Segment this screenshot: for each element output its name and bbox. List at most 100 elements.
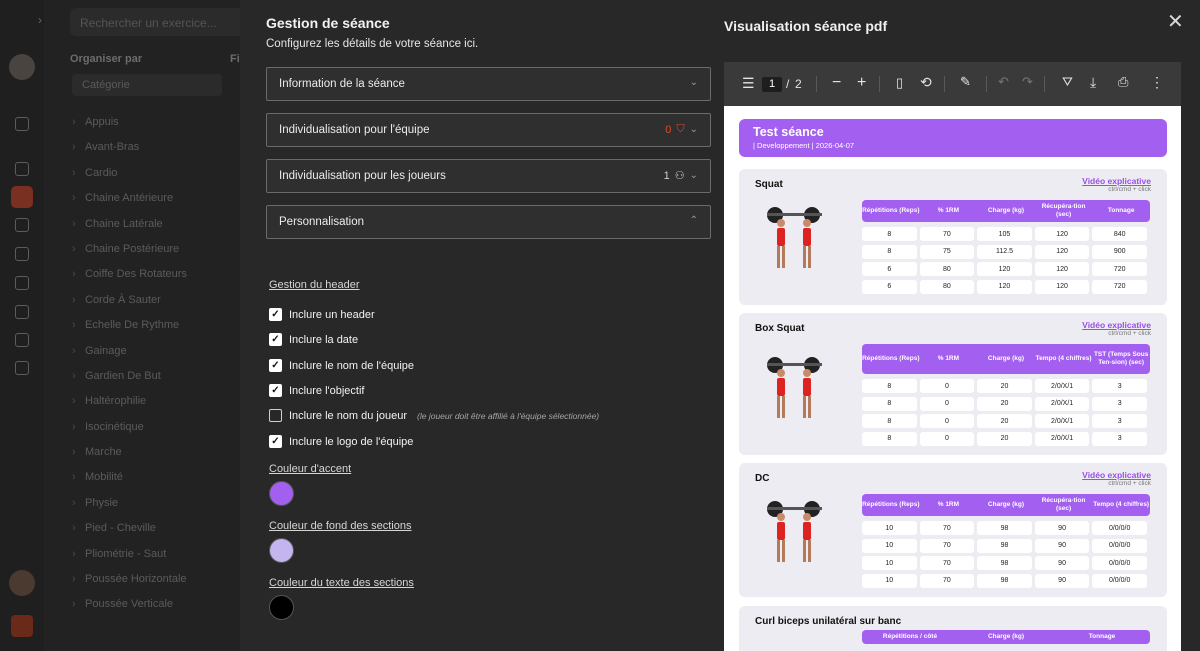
checkbox-checked[interactable]: ✓ [269, 435, 282, 448]
exercise-illustration [757, 495, 832, 570]
menu-icon[interactable]: ☰ [742, 75, 755, 92]
accordion-player-individualisation[interactable]: Individualisation pour les joueurs 1 ⚇ ⌄ [266, 159, 711, 193]
video-link-block[interactable]: Vidéo explicative ctrl/cmd + click [1082, 176, 1151, 193]
zoom-in-icon[interactable]: + [857, 74, 866, 92]
table-cell: 840 [1092, 227, 1147, 241]
accordion-team-individualisation[interactable]: Individualisation pour l'équipe 0 ⛉ ⌄ [266, 113, 711, 147]
chevron-down-icon: ⌄ [689, 77, 698, 88]
table-cell: 20 [977, 431, 1032, 446]
video-link[interactable]: Vidéo explicative [1082, 320, 1151, 330]
table-header-cell: % 1RM [937, 501, 960, 508]
rotate-icon[interactable]: ⟲ [920, 74, 932, 91]
undo-icon[interactable]: ↶ [998, 74, 1009, 90]
category-item: Gainage [72, 343, 187, 368]
table-cell: 90 [1034, 573, 1090, 588]
table-header-cell: Répétitions (Reps) [862, 355, 920, 362]
table-cell: 720 [1092, 279, 1147, 294]
checkbox-option[interactable]: ✓ Inclure le logo de l'équipe [269, 435, 413, 448]
user-avatar [9, 54, 35, 80]
calendar-icon [15, 218, 29, 232]
team-logo [9, 570, 35, 596]
page-input[interactable]: 1 [762, 77, 782, 92]
table-cell: 0 [919, 379, 975, 393]
color-swatch[interactable] [269, 538, 294, 563]
checkbox-hint: (le joueur doit être affilié à l'équipe … [417, 410, 600, 421]
chart-bar-icon [15, 276, 29, 290]
add-to-drive-icon[interactable]: ⛛ [1062, 74, 1073, 90]
download-icon[interactable]: ⤓ [1090, 74, 1096, 91]
category-item: Pied - Cheville [72, 520, 187, 545]
annotate-icon[interactable]: ✎ [960, 74, 971, 90]
checkbox-checked[interactable]: ✓ [269, 333, 282, 346]
category-item: Echelle De Rythme [72, 317, 187, 342]
table-cell: 6 [862, 262, 917, 276]
table-cell: 105 [977, 227, 1032, 241]
close-icon[interactable]: ✕ [1167, 9, 1184, 34]
fit-page-icon[interactable]: ▯ [896, 75, 903, 91]
category-item: Coiffe Des Rotateurs [72, 266, 187, 291]
checkbox-option[interactable]: Inclure le nom du joueur (le joueur doit … [269, 409, 599, 422]
table-cell: 0/0/0/0 [1092, 556, 1147, 570]
preview-title: Visualisation séance pdf [724, 18, 888, 34]
table-header-cell: Tempo (4 chiffres) [1093, 501, 1150, 508]
category-item: Physie [72, 495, 187, 520]
puzzle-icon [15, 305, 29, 319]
color-swatch[interactable] [269, 481, 294, 506]
chevron-down-icon: ⌄ [689, 124, 698, 135]
table-cell: 120 [1034, 279, 1090, 294]
table-row: 8 75 112.5 120 900 [862, 244, 1150, 259]
video-link-block[interactable]: Vidéo explicative ctrl/cmd + click [1082, 320, 1151, 337]
checkbox-option[interactable]: ✓ Inclure le nom de l'équipe [269, 359, 414, 372]
checkbox-option[interactable]: ✓ Inclure l'objectif [269, 384, 364, 397]
home-icon [15, 117, 29, 131]
filter-label: Fi [230, 53, 240, 65]
exercise-name: Box Squat [755, 323, 805, 334]
checkbox-label: Inclure un header [289, 308, 375, 321]
checkbox-checked[interactable]: ✓ [269, 359, 282, 372]
checkbox-unchecked[interactable] [269, 409, 282, 422]
redo-icon[interactable]: ↷ [1022, 74, 1033, 90]
table-cell: 90 [1034, 556, 1090, 570]
table-row: 6 80 120 120 720 [862, 262, 1150, 276]
category-item: Corde À Sauter [72, 292, 187, 317]
checkbox-option[interactable]: ✓ Inclure un header [269, 308, 375, 321]
grid-icon [15, 333, 29, 347]
chevron-down-icon: ⌄ [689, 170, 698, 181]
table-header-cell: % 1RM [937, 207, 960, 214]
pdf-toolbar: ☰ 1 / 2 − + ▯ ⟲ ✎ ↶ ↷ ⛛ ⤓ ⎙ ⋮ [724, 62, 1181, 106]
table-cell: 20 [977, 396, 1032, 411]
table-cell: 3 [1092, 414, 1147, 428]
accordion-session-info[interactable]: Information de la séance ⌄ [266, 67, 711, 101]
table-cell: 98 [977, 538, 1032, 553]
exercise-illustration [757, 201, 832, 276]
player-count-badge: 1 [663, 169, 670, 182]
accordion-personalisation[interactable]: Personnalisation ⌃ [266, 205, 711, 239]
table-cell: 2/0/X/1 [1034, 414, 1090, 428]
table-row: 10 70 98 90 0/0/0/0 [862, 573, 1150, 588]
video-link-block[interactable]: Vidéo explicative ctrl/cmd + click [1082, 470, 1151, 487]
checkbox-checked[interactable]: ✓ [269, 384, 282, 397]
table-row: 8 0 20 2/0/X/1 3 [862, 414, 1150, 428]
table-cell: 900 [1092, 244, 1147, 259]
video-link[interactable]: Vidéo explicative [1082, 176, 1151, 186]
color-label: Couleur du texte des sections [269, 577, 414, 589]
more-options-icon[interactable]: ⋮ [1150, 74, 1164, 91]
color-label: Couleur d'accent [269, 463, 352, 475]
print-icon[interactable]: ⎙ [1118, 74, 1128, 90]
category-item: Isocinétique [72, 419, 187, 444]
table-header: Répétitions (Reps) % 1RM Charge (kg) Récupé… [862, 494, 1150, 516]
table-row: 10 70 98 90 0/0/0/0 [862, 538, 1150, 553]
video-link[interactable]: Vidéo explicative [1082, 470, 1151, 480]
checkbox-option[interactable]: ✓ Inclure la date [269, 333, 358, 346]
video-link-hint: ctrl/cmd + click [1108, 186, 1151, 193]
table-row: 10 70 98 90 0/0/0/0 [862, 521, 1150, 535]
checkbox-checked[interactable]: ✓ [269, 308, 282, 321]
table-cell: 0 [919, 396, 975, 411]
session-meta: | Developpement | 2026-04-07 [753, 141, 855, 150]
zoom-out-icon[interactable]: − [832, 74, 841, 92]
pdf-header: Test séance | Developpement | 2026-04-07 [739, 119, 1167, 157]
checkbox-label: Inclure l'objectif [289, 384, 365, 397]
color-swatch[interactable] [269, 595, 294, 620]
category-item: Chaine Postérieure [72, 241, 187, 266]
table-row: 10 70 98 90 0/0/0/0 [862, 556, 1150, 570]
